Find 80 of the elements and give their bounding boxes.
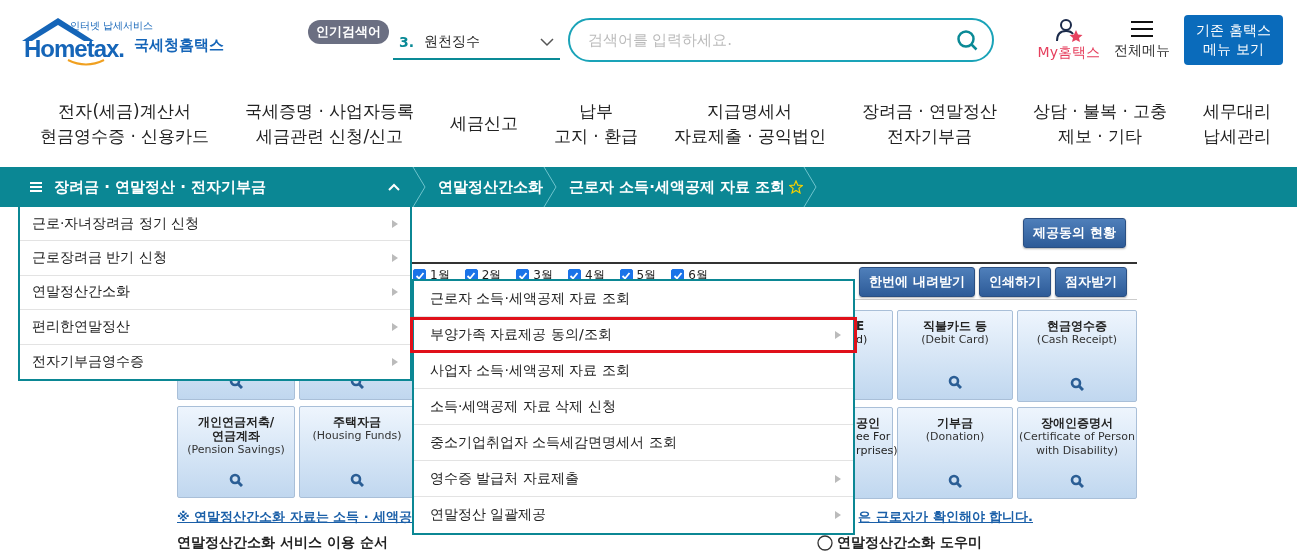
category-tile[interactable]: 개인연금저축/ 연금계좌 (Pension Savings) <box>177 406 295 498</box>
month-label: 5월 <box>636 267 657 284</box>
search-icon <box>955 29 978 51</box>
category-tile[interactable]: 주택자금 (Housing Funds) <box>299 406 415 498</box>
menu-icon <box>30 182 42 192</box>
submenu-item[interactable]: 부양가족 자료제공 동의/조회 <box>410 317 857 353</box>
tile-text: ee For <box>856 430 891 444</box>
month-label: 2월 <box>481 267 502 284</box>
toolbar-button[interactable]: 한번에 내려받기 <box>859 266 975 297</box>
nav-menu-item[interactable]: 세금신고 <box>450 111 518 136</box>
category-tile[interactable]: 현금영수증 (Cash Receipt) <box>1017 310 1137 402</box>
submenu-item[interactable]: 사업자 소득·세액공제 자료 조회 <box>414 353 853 389</box>
category-tile[interactable]: 직불카드 등 (Debit Card) <box>897 310 1013 400</box>
circle-icon <box>817 535 834 551</box>
submenu-item[interactable]: 근로자 소득·세액공제 자료 조회 <box>414 281 853 317</box>
search-icon <box>350 473 364 487</box>
swoosh-icon <box>66 59 106 67</box>
tile-text: E <box>856 319 865 333</box>
nav-menu-item[interactable]: 상담 · 불복 · 고충 제보 · 기타 <box>1032 98 1168 149</box>
toolbar-button[interactable]: 인쇄하기 <box>979 266 1051 297</box>
logo-name: 국세청홈택스 <box>134 36 224 55</box>
legacy-menu-button[interactable]: 기존 홈택스 메뉴 보기 <box>1183 15 1283 65</box>
breadcrumb-item[interactable]: 연말정산간소화 <box>426 167 543 207</box>
search-icon <box>948 474 962 488</box>
side-menu-item[interactable]: 근로장려금 반기 신청 <box>20 241 410 276</box>
search-icon <box>948 375 962 389</box>
month-label: 4월 <box>584 267 605 284</box>
category-tile[interactable]: 장애인증명서 (Certificate of Person with Disability) <box>1017 407 1137 499</box>
separator-icon <box>412 167 426 207</box>
submenu-item[interactable]: 중소기업취업자 소득세감면명세서 조회 <box>414 425 853 461</box>
side-menu-item[interactable]: 근로·자녀장려금 정기 신청 <box>20 207 410 242</box>
submenu-item[interactable]: 소득·세액공제 자료 삭제 신청 <box>414 389 853 425</box>
all-menu-button[interactable]: 전체메뉴 <box>1113 20 1170 60</box>
nav-menu-item[interactable]: 지급명세서 자료제출 · 공익법인 <box>673 98 826 149</box>
submenu-arrow-icon <box>835 330 841 339</box>
popular-search-select[interactable]: 3. 원천징수 <box>393 26 560 60</box>
notice-link[interactable]: ※ 연말정산간소화 자료는 소득 · 세액공 <box>177 508 413 526</box>
submenu-arrow-icon <box>392 357 398 366</box>
search-icon <box>229 473 243 487</box>
submenu-arrow-icon <box>392 254 398 263</box>
month-label: 6월 <box>688 267 708 284</box>
nav-menu-item[interactable]: 납부 고지 · 환급 <box>553 98 638 149</box>
submenu-arrow-icon <box>392 219 398 228</box>
tile-text: d) <box>856 333 868 347</box>
nav-menu-item[interactable]: 국세증명 · 사업자등록 세금관련 신청/신고 <box>245 98 415 149</box>
nav-menu-item[interactable]: 전자(세금)계산서 현금영수증 · 신용카드 <box>40 98 210 149</box>
toolbar-button[interactable]: 점자받기 <box>1055 266 1127 297</box>
nav-menu-item[interactable]: 장려금 · 연말정산 전자기부금 <box>861 98 997 149</box>
side-menu-item[interactable]: 연말정산간소화 <box>20 275 410 311</box>
search-field[interactable]: 검색어를 입력하세요. <box>567 18 994 62</box>
separator-icon <box>543 167 557 207</box>
menu-icon <box>1130 20 1153 38</box>
tile-text: rprises) <box>856 444 898 458</box>
tile-text: 공인 <box>856 416 880 430</box>
section-heading: 연말정산간소화 서비스 이용 순서 <box>177 534 388 552</box>
search-icon <box>1070 474 1084 488</box>
month-label: 1월 <box>430 267 450 284</box>
my-hometax-link[interactable]: My홈택스 <box>1037 18 1100 62</box>
helper-link[interactable]: 연말정산간소화 도우미 <box>837 534 982 552</box>
submenu-arrow-icon <box>392 288 398 297</box>
notice-link[interactable]: 은 근로자가 확인해야 합니다. <box>858 508 1033 526</box>
side-menu-item[interactable]: 전자기부금영수증 <box>20 344 410 379</box>
submenu-item[interactable]: 영수증 발급처 자료제출 <box>414 461 853 497</box>
category-tile[interactable]: 기부금 (Donation) <box>897 407 1013 499</box>
logo-tagline: 인터넷 납세서비스 <box>70 19 154 33</box>
chevron-down-icon <box>539 37 554 47</box>
breadcrumb-item[interactable]: 근로자 소득·세액공제 자료 조회 <box>557 167 804 207</box>
search-icon <box>1070 377 1084 391</box>
submenu-arrow-icon <box>835 511 841 519</box>
submenu-arrow-icon <box>835 474 841 483</box>
submenu-arrow-icon <box>392 322 398 331</box>
user-star-icon <box>1054 18 1083 42</box>
consent-status-button[interactable]: 제공동의 현황 <box>1023 218 1126 248</box>
separator-icon <box>803 167 818 207</box>
logo-wordmark[interactable]: Hometax. <box>24 35 125 63</box>
nav-menu-item[interactable]: 세무대리 납세관리 <box>1203 98 1271 149</box>
side-menu-item[interactable]: 편리한연말정산 <box>20 310 410 345</box>
submenu-item[interactable]: 연말정산 일괄제공 <box>414 497 853 533</box>
popular-search-badge: 인기검색어 <box>308 20 390 44</box>
month-label: 3월 <box>533 267 553 284</box>
